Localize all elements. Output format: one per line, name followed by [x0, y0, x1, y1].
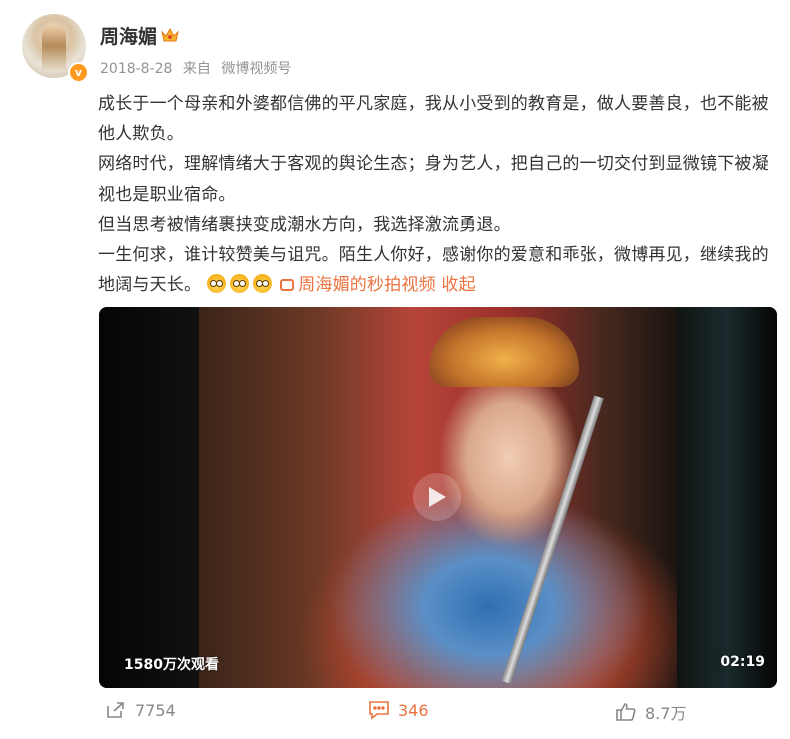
play-icon[interactable] [413, 473, 461, 521]
post-source[interactable]: 微博视频号 [221, 61, 291, 77]
repost-button[interactable]: 7754 [105, 700, 176, 720]
username[interactable]: 周海媚 [100, 22, 157, 49]
like-button[interactable]: 8.7万 [615, 700, 686, 724]
video-player[interactable]: 1580万次观看 02:19 [99, 307, 777, 688]
comment-button[interactable]: 346 [368, 700, 429, 720]
video-backdrop-right [677, 307, 777, 688]
verified-badge-icon: v [68, 62, 89, 83]
thumbs-up-icon [616, 703, 636, 721]
post-date[interactable]: 2018-8-28 [100, 61, 172, 77]
view-count: 1580万次观看 [124, 657, 219, 673]
repost-icon [107, 702, 124, 718]
video-backdrop-left [99, 307, 199, 688]
doge-emoji-icon [230, 274, 250, 294]
doge-emoji-icon [253, 274, 273, 294]
post-paragraph-last: 一生何求，谁计较赞美与诅咒。陌生人你好，感谢你的爱意和乖张，微博再见，继续我的地… [98, 240, 782, 300]
post-paragraph: 成长于一个母亲和外婆都信佛的平凡家庭，我从小受到的教育是，做人要善良，也不能被他… [98, 94, 769, 145]
like-count: 8.7万 [645, 704, 687, 723]
post-text: 成长于一个母亲和外婆都信佛的平凡家庭，我从小受到的教育是，做人要善良，也不能被他… [98, 89, 782, 300]
video-link-icon [280, 279, 295, 292]
repost-count: 7754 [135, 700, 176, 720]
comment-icon [369, 701, 389, 720]
source-prefix: 来自 [182, 61, 211, 77]
collapse-link[interactable]: 收起 [441, 275, 475, 295]
crown-icon [161, 27, 179, 42]
post-paragraph: 网络时代，理解情绪大于客观的舆论生态；身为艺人，把自己的一切交付到显微镜下被凝视… [98, 154, 769, 205]
action-bar: 7754 346 8.7万 [0, 700, 790, 728]
doge-emoji-icon [207, 274, 227, 294]
post-paragraph: 但当思考被情绪裹挟变成潮水方向，我选择激流勇退。 [98, 214, 511, 235]
video-link[interactable]: 周海媚的秒拍视频 [298, 275, 436, 295]
post-meta: 2018-8-28 来自 微博视频号 [100, 58, 297, 78]
video-duration: 02:19 [720, 654, 765, 670]
comment-count: 346 [398, 700, 429, 720]
